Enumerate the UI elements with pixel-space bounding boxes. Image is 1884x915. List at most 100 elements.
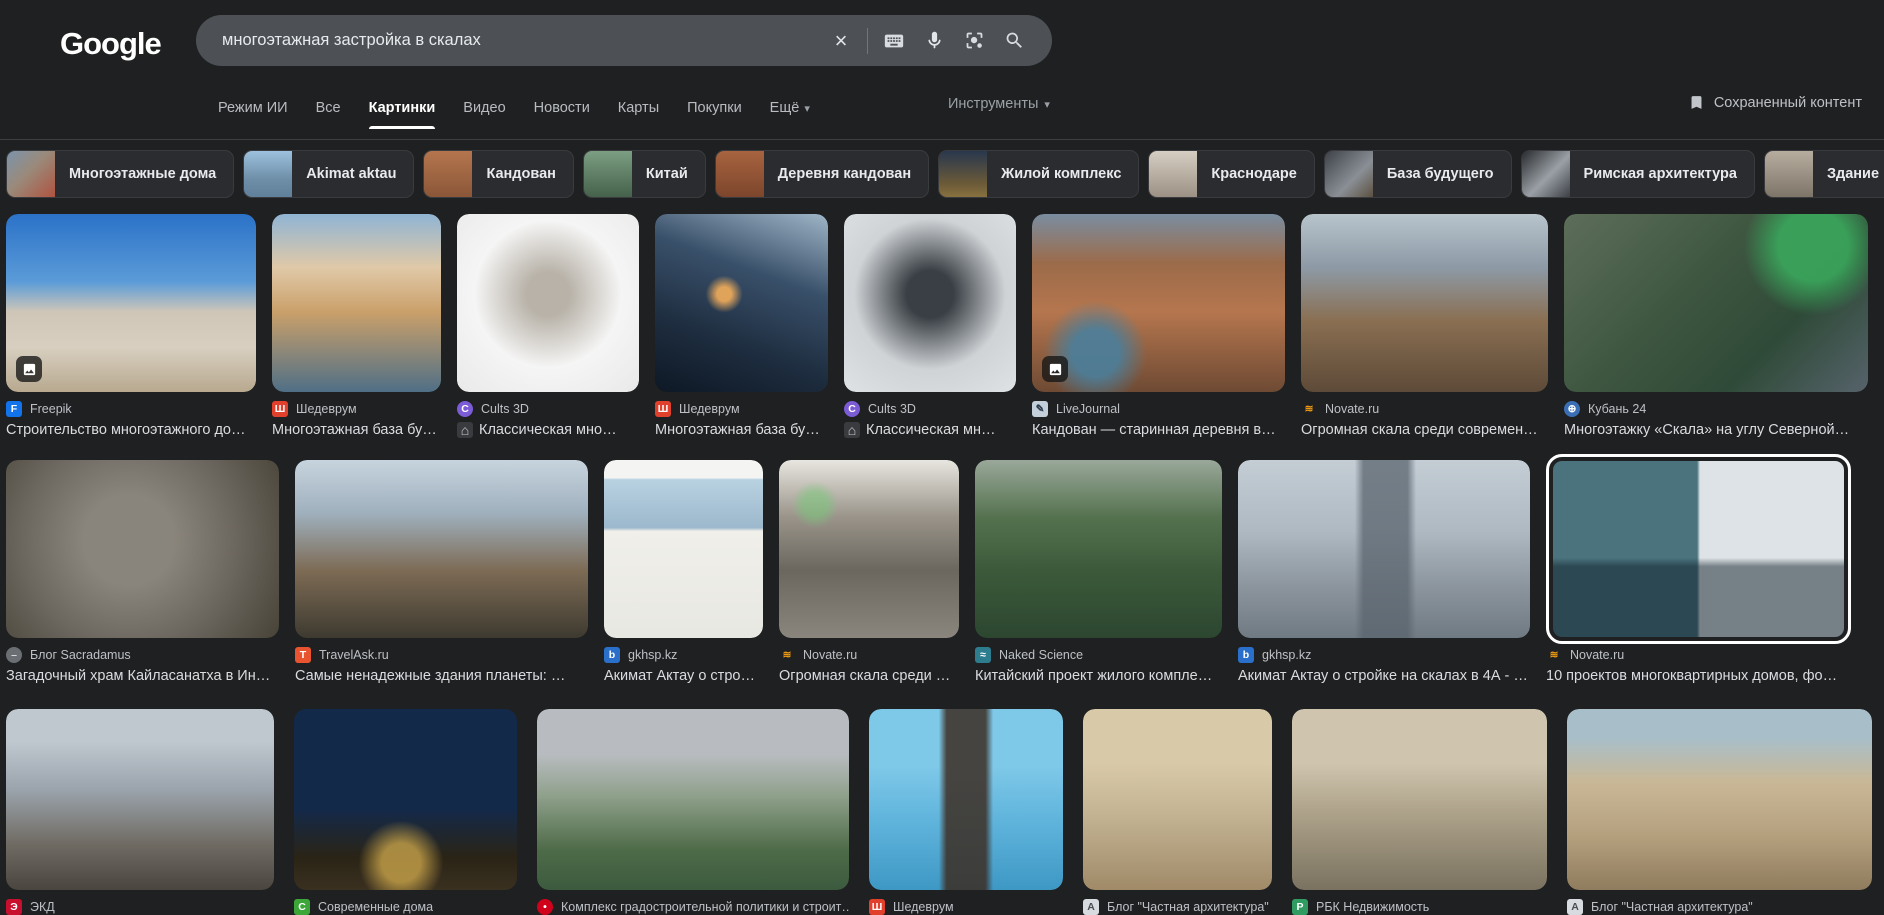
result-image[interactable] <box>1564 214 1868 392</box>
chip-thumbnail <box>1764 151 1813 197</box>
result-source-link[interactable]: ≈ Naked Science <box>975 647 1222 663</box>
result-image[interactable] <box>1546 454 1851 644</box>
result-image[interactable] <box>294 709 517 890</box>
tab-label: Покупки <box>687 100 742 116</box>
tab-maps[interactable]: Карты <box>618 96 659 120</box>
tab-label: Карты <box>617 100 660 116</box>
result-image-preview <box>1553 461 1844 637</box>
result-title-link[interactable]: Многоэтажная база бу… <box>655 422 828 438</box>
tab-all[interactable]: Все <box>316 96 341 120</box>
result-title-link[interactable]: Многоэтажная база бу… <box>272 422 441 438</box>
result-title-link[interactable]: ⌂ Классическая мн… <box>844 422 1016 438</box>
result-image[interactable] <box>844 214 1016 392</box>
search-bar[interactable]: × <box>196 15 1052 66</box>
tools-dropdown[interactable]: Инструменты ▾ <box>948 96 1050 112</box>
result-source-link[interactable]: Ш Шедеврум <box>869 899 1063 915</box>
result-image[interactable] <box>1567 709 1872 890</box>
result-card: С Современные дома <box>294 709 517 915</box>
result-source-link[interactable]: Ш Шедеврум <box>272 401 441 417</box>
related-search-chip[interactable]: Китай <box>582 150 706 198</box>
result-image[interactable] <box>537 709 849 890</box>
result-title-link[interactable]: Загадочный храм Кайласанатха в Ин… <box>6 668 279 684</box>
tab-more[interactable]: Ещё ▾ <box>770 96 810 120</box>
google-logo[interactable]: Google <box>60 26 162 62</box>
result-source-link[interactable]: Р РБК Недвижимость <box>1292 899 1547 915</box>
result-card: А Блог "Частная архитектура" <box>1083 709 1272 915</box>
result-image[interactable] <box>1301 214 1548 392</box>
result-source-link[interactable]: T TravelAsk.ru <box>295 647 588 663</box>
search-icon[interactable] <box>994 21 1034 61</box>
result-source-link[interactable]: C Cults 3D <box>844 401 1016 417</box>
result-image[interactable] <box>869 709 1063 890</box>
tab-shopping[interactable]: Покупки <box>687 96 742 120</box>
result-image[interactable] <box>1083 709 1272 890</box>
result-title-link[interactable]: Акимат Актау о стро… <box>604 668 763 684</box>
related-search-chip[interactable]: Здание <box>1763 150 1884 198</box>
result-source-link[interactable]: – Блог Sacradamus <box>6 647 279 663</box>
result-source-link[interactable]: C Cults 3D <box>457 401 639 417</box>
result-image[interactable] <box>272 214 441 392</box>
result-image[interactable] <box>1032 214 1285 392</box>
result-source-link[interactable]: Э ЭКД <box>6 899 274 915</box>
related-search-chip[interactable]: Деревня кандован <box>714 150 930 198</box>
tab-label: Режим ИИ <box>218 100 288 116</box>
related-search-chip[interactable]: База будущего <box>1323 150 1512 198</box>
result-image[interactable] <box>295 460 588 638</box>
result-title-link[interactable]: Огромная скала среди современ… <box>1301 422 1548 438</box>
result-title-link[interactable]: Самые ненадежные здания планеты: … <box>295 668 588 684</box>
related-search-chip[interactable]: Akimat aktau <box>243 150 415 198</box>
tab-video[interactable]: Видео <box>463 96 505 120</box>
result-title-link[interactable]: Акимат Актау о стройке на скалах в 4А - … <box>1238 668 1530 684</box>
result-source-link[interactable]: А Блог "Частная архитектура" <box>1567 899 1872 915</box>
result-source-link[interactable]: ≋ Novate.ru <box>1546 647 1851 663</box>
result-source-link[interactable]: ⊕ Кубань 24 <box>1564 401 1868 417</box>
source-name: TravelAsk.ru <box>319 648 389 662</box>
result-image-preview <box>6 214 256 392</box>
tab-news[interactable]: Новости <box>534 96 590 120</box>
related-search-chip[interactable]: Краснодаре <box>1148 150 1315 198</box>
result-source-link[interactable]: Ш Шедеврум <box>655 401 828 417</box>
result-image[interactable] <box>6 214 256 392</box>
result-image[interactable] <box>1238 460 1530 638</box>
result-image[interactable] <box>1292 709 1547 890</box>
related-search-chip[interactable]: Многоэтажные дома <box>6 150 235 198</box>
result-title-text: Самые ненадежные здания планеты: … <box>295 668 566 684</box>
result-title-link[interactable]: Кандован — старинная деревня в… <box>1032 422 1285 438</box>
tab-images[interactable]: Картинки <box>368 96 436 129</box>
result-image[interactable] <box>457 214 639 392</box>
clear-icon[interactable]: × <box>821 21 861 61</box>
mic-icon[interactable] <box>914 21 954 61</box>
related-search-chip[interactable]: Жилой комплекс <box>938 150 1140 198</box>
result-title-link[interactable]: 10 проектов многоквартирных домов, фо… <box>1546 668 1851 684</box>
tab-ai-mode[interactable]: Режим ИИ <box>218 96 288 120</box>
saved-content-button[interactable]: Сохраненный контент <box>1688 94 1862 111</box>
result-title-link[interactable]: ⌂ Классическая мно… <box>457 422 639 438</box>
result-title-link[interactable]: Огромная скала среди … <box>779 668 959 684</box>
chip-thumbnail <box>7 151 55 197</box>
result-title-link[interactable]: Строительство многоэтажного до… <box>6 422 256 438</box>
result-source-link[interactable]: • Комплекс градостроительной политики и с… <box>537 899 849 915</box>
result-source-link[interactable]: ≋ Novate.ru <box>779 647 959 663</box>
result-image[interactable] <box>779 460 959 638</box>
lens-icon[interactable] <box>954 21 994 61</box>
result-image[interactable] <box>6 709 274 890</box>
result-image[interactable] <box>655 214 828 392</box>
result-source-link[interactable]: ✎ LiveJournal <box>1032 401 1285 417</box>
result-image[interactable] <box>975 460 1222 638</box>
related-search-chip[interactable]: Кандован <box>423 150 574 198</box>
result-title-text: Многоэтажная база бу… <box>655 422 820 438</box>
result-source-link[interactable]: ≋ Novate.ru <box>1301 401 1548 417</box>
result-title-link[interactable]: Китайский проект жилого компле… <box>975 668 1222 684</box>
result-source-link[interactable]: b gkhsp.kz <box>1238 647 1530 663</box>
result-image[interactable] <box>604 460 763 638</box>
result-title-link[interactable]: Многоэтажку «Скала» на углу Северной… <box>1564 422 1868 438</box>
result-source-link[interactable]: F Freepik <box>6 401 256 417</box>
keyboard-icon[interactable] <box>874 21 914 61</box>
related-search-chip[interactable]: Римская архитектура <box>1520 150 1755 198</box>
result-source-link[interactable]: А Блог "Частная архитектура" <box>1083 899 1272 915</box>
result-source-link[interactable]: b gkhsp.kz <box>604 647 763 663</box>
result-image[interactable] <box>6 460 279 638</box>
source-name: LiveJournal <box>1056 402 1120 416</box>
result-source-link[interactable]: С Современные дома <box>294 899 517 915</box>
search-input[interactable] <box>222 31 821 50</box>
